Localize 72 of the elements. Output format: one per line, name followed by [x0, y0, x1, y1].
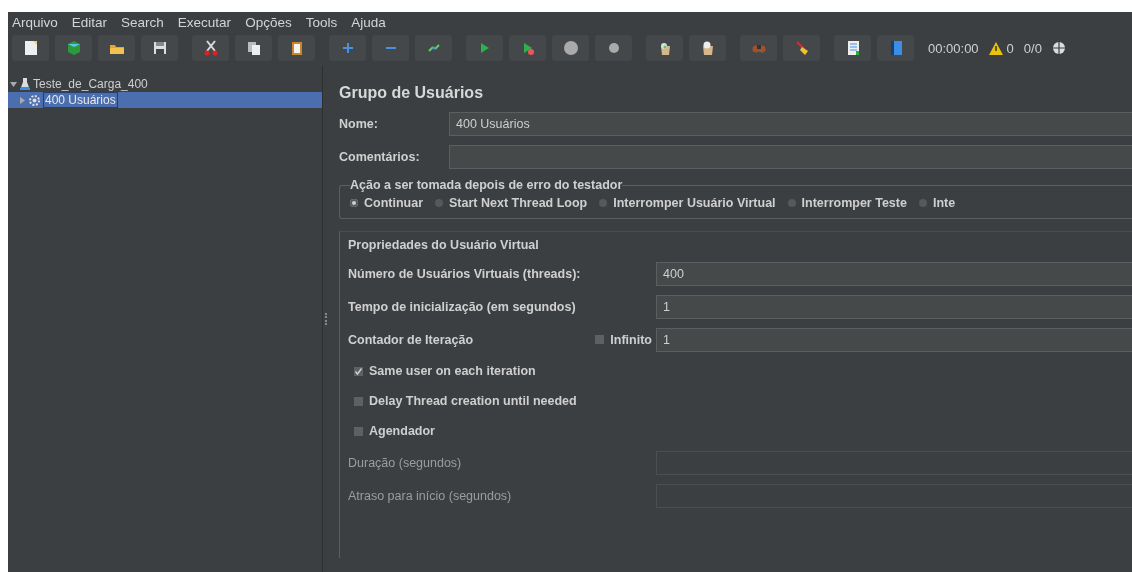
- menu-item[interactable]: Executar: [177, 14, 232, 30]
- section-title: Propriedades do Usuário Virtual: [348, 238, 540, 252]
- radio-button[interactable]: [918, 199, 927, 207]
- play-icon: [479, 42, 490, 54]
- radio-button[interactable]: [435, 199, 444, 207]
- field-label: Número de Usuários Virtuais (threads):: [348, 266, 582, 281]
- menu-item[interactable]: Editar: [71, 14, 108, 30]
- gear-icon: [29, 94, 40, 106]
- warning-count: 0: [1006, 40, 1014, 56]
- tree-item-label: 400 Usuários: [43, 92, 118, 108]
- toolbar-button[interactable]: [689, 35, 726, 61]
- elapsed-timer: 00:00:00: [928, 40, 979, 56]
- group-legend: Ação a ser tomada depois de erro do testador: [350, 178, 623, 192]
- tree-item[interactable]: 400 Usuários: [8, 92, 322, 108]
- expand-toggle-icon[interactable]: [10, 80, 17, 88]
- minus-icon: [384, 46, 397, 50]
- menu-item[interactable]: Search: [121, 14, 164, 30]
- warning-icon[interactable]: [988, 41, 1003, 55]
- field-label: Nome:: [339, 117, 379, 131]
- menu-item[interactable]: Opções: [245, 14, 292, 30]
- toolbar-button[interactable]: [466, 35, 503, 61]
- field-label: Duração (segundos): [348, 455, 463, 470]
- checkbox[interactable]: [595, 335, 605, 344]
- field-label: Tempo de inicialização (em segundos): [348, 299, 577, 314]
- radio-option[interactable]: Interromper Teste: [787, 196, 907, 210]
- toolbar-button[interactable]: [12, 35, 49, 61]
- radio-option[interactable]: Inte: [918, 196, 956, 210]
- menu-item[interactable]: Ajuda: [351, 14, 386, 30]
- comments-field[interactable]: [449, 145, 1132, 169]
- splitter-handle[interactable]: [325, 313, 329, 325]
- radio-option[interactable]: Continuar: [350, 196, 424, 210]
- menu-item[interactable]: Tools: [305, 14, 338, 30]
- toolbar-button[interactable]: [278, 35, 315, 61]
- menu-item[interactable]: Arquivo: [12, 14, 58, 30]
- thread-count: 0/0: [1023, 40, 1042, 56]
- stop-icon: [561, 39, 580, 57]
- name-field[interactable]: 400 Usuários: [449, 112, 1132, 136]
- loop-count-field[interactable]: 1: [656, 327, 1132, 352]
- ramp-up-field[interactable]: 1: [656, 294, 1132, 319]
- toolbar-button[interactable]: [595, 35, 632, 61]
- threads-field[interactable]: 400: [656, 261, 1132, 286]
- checkbox-label: Delay Thread creation until needed: [369, 394, 577, 408]
- toolbar-button[interactable]: [646, 35, 683, 61]
- checkbox-label: Infinito: [610, 332, 652, 347]
- binoculars-icon: [751, 43, 766, 53]
- panel-title: Grupo de Usuários: [339, 84, 485, 102]
- field-label: Comentários:: [339, 150, 421, 164]
- toolbar-button[interactable]: [98, 35, 135, 61]
- checkbox-label: Agendador: [369, 424, 435, 438]
- checkbox[interactable]: [354, 396, 363, 406]
- checkbox-label: Same user on each iteration: [369, 364, 536, 378]
- radio-button[interactable]: [787, 199, 796, 207]
- field-label: Contador de Iteração: [348, 332, 475, 347]
- tree-item-label: Teste_de_Carga_400: [33, 77, 148, 91]
- toolbar-button[interactable]: [834, 35, 871, 61]
- radio-option[interactable]: Interromper Usuário Virtual: [599, 196, 776, 210]
- flask-icon: [20, 78, 30, 90]
- field-label: Atraso para início (segundos): [348, 488, 513, 503]
- toolbar-button[interactable]: [552, 35, 589, 61]
- radio-button[interactable]: [350, 199, 358, 207]
- checkbox[interactable]: [354, 426, 363, 436]
- expand-toggle-icon[interactable]: [19, 96, 26, 104]
- toolbar-button[interactable]: [509, 35, 546, 61]
- toolbar-button[interactable]: [783, 35, 820, 61]
- radio-button[interactable]: [599, 199, 608, 207]
- tree-item[interactable]: Teste_de_Carga_400: [8, 76, 322, 92]
- toolbar-button[interactable]: [235, 35, 272, 61]
- toolbar-button[interactable]: [192, 35, 229, 61]
- radio-option[interactable]: Start Next Thread Loop: [435, 196, 588, 210]
- checkbox[interactable]: [354, 366, 363, 376]
- toolbar-button[interactable]: [141, 35, 178, 61]
- globe-icon: [1051, 41, 1066, 55]
